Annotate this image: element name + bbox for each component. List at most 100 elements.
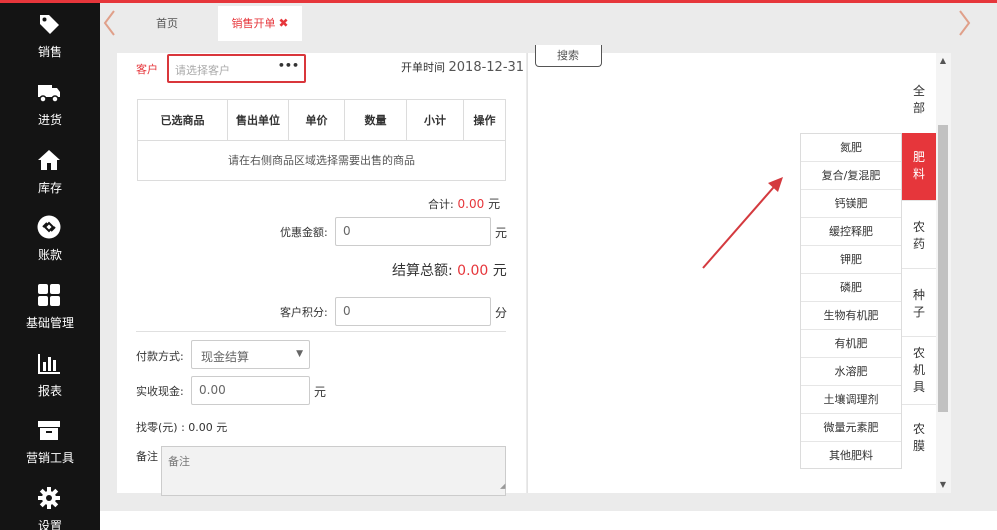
cash-label: 实收现金: [136, 385, 184, 398]
discount-label: 优惠金额: [280, 226, 328, 239]
category-film[interactable]: 农膜 [902, 405, 936, 473]
list-item[interactable]: 微量元素肥 [801, 414, 901, 442]
table-header: 操作 [463, 99, 506, 141]
cash-unit: 元 [314, 385, 327, 399]
settle-label: 结算总额: [392, 263, 453, 279]
total-row: 合计: 0.00 元 [428, 195, 500, 212]
payment-method-select[interactable]: 现金结算 ▼ [191, 340, 310, 369]
tab-home[interactable]: 首页 [117, 6, 217, 41]
tag-icon [40, 15, 59, 34]
sidebar-item-purchase[interactable]: 进货 [0, 79, 100, 139]
chevron-down-icon: ▼ [296, 349, 303, 359]
scroll-down-icon[interactable]: ▼ [938, 481, 948, 489]
sidebar-item-label: 报表 [37, 384, 62, 398]
tab-scroll-right-icon[interactable] [956, 9, 972, 37]
customer-label: 客户 [136, 63, 158, 76]
sidebar-item-marketing-tools[interactable]: 营销工具 [0, 417, 100, 477]
account-icon [37, 215, 61, 239]
category-seeds[interactable]: 种子 [902, 269, 936, 337]
category-fertilizer[interactable]: 肥料 [902, 133, 936, 201]
selected-products-table: 已选商品 售出单位 单价 数量 小计 操作 请在右侧商品区域选择需要出售的商品 [137, 99, 506, 181]
more-icon[interactable]: ••• [278, 59, 299, 72]
points-unit: 分 [495, 306, 508, 320]
tab-label: 销售开单 [231, 17, 276, 30]
discount-unit: 元 [495, 226, 508, 240]
list-item[interactable]: 土壤调理剂 [801, 386, 901, 414]
tab-scroll-left-icon[interactable] [102, 9, 118, 37]
category-pesticide[interactable]: 农药 [902, 201, 936, 269]
category-all[interactable]: 全部 [902, 83, 936, 133]
home-icon [38, 150, 60, 170]
sidebar-item-label: 库存 [37, 181, 62, 195]
sidebar-item-reports[interactable]: 报表 [0, 350, 100, 410]
list-item[interactable]: 生物有机肥 [801, 302, 901, 330]
gear-icon [38, 487, 60, 509]
table-header: 数量 [344, 99, 407, 141]
list-item[interactable]: 缓控释肥 [801, 218, 901, 246]
category-label: 种子 [912, 288, 925, 319]
tab-bar: 首页 销售开单 ✖ [100, 3, 997, 41]
table-header: 小计 [406, 99, 464, 141]
note-placeholder: 备注 [168, 455, 190, 468]
search-button[interactable]: 搜索 [535, 45, 602, 67]
total-value: 0.00 [457, 197, 485, 211]
currency-unit: 元 [492, 263, 507, 279]
close-icon[interactable]: ✖ [278, 16, 288, 30]
sidebar-item-label: 销售 [37, 45, 62, 59]
annotation-arrow-icon [702, 177, 783, 269]
section-divider [136, 331, 506, 332]
box-icon [38, 421, 60, 440]
customer-placeholder: 请选择客户 [175, 64, 230, 77]
discount-input[interactable]: 0 [335, 217, 491, 246]
settle-row: 结算总额: 0.00 元 [392, 260, 507, 280]
customer-select[interactable]: 请选择客户 ••• [167, 54, 306, 83]
scrollbar-thumb[interactable] [938, 125, 948, 412]
points-value: 0 [343, 304, 351, 318]
category-machinery[interactable]: 农机具 [902, 337, 936, 405]
payment-value: 现金结算 [201, 350, 250, 364]
sidebar-item-accounts[interactable]: 账款 [0, 214, 100, 274]
sidebar-item-inventory[interactable]: 库存 [0, 147, 100, 207]
points-label: 客户积分: [280, 306, 328, 319]
search-label: 搜索 [557, 49, 579, 62]
subcategory-list: 氮肥 复合/复混肥 钙镁肥 缓控释肥 钾肥 磷肥 生物有机肥 有机肥 水溶肥 土… [800, 133, 902, 469]
settle-value: 0.00 [457, 263, 489, 279]
truck-icon [38, 85, 60, 103]
table-header: 已选商品 [137, 99, 228, 141]
sidebar-item-sales[interactable]: 销售 [0, 11, 100, 71]
list-item[interactable]: 钾肥 [801, 246, 901, 274]
change-text: 找零(元) : 0.00 元 [136, 421, 228, 434]
cash-input[interactable]: 0.00 [191, 376, 310, 405]
open-time: 开单时间 2018-12-31 [401, 59, 524, 75]
sidebar-item-label: 设置 [37, 519, 62, 530]
sidebar-item-label: 账款 [37, 248, 62, 262]
list-item[interactable]: 钙镁肥 [801, 190, 901, 218]
bar-chart-icon [38, 354, 60, 374]
resize-handle-icon[interactable]: ◢ [500, 482, 505, 490]
payment-label: 付款方式: [136, 350, 184, 363]
category-label: 农膜 [912, 422, 925, 453]
discount-value: 0 [343, 224, 351, 238]
list-item[interactable]: 有机肥 [801, 330, 901, 358]
list-item[interactable]: 磷肥 [801, 274, 901, 302]
sidebar-item-label: 营销工具 [25, 451, 74, 465]
list-item[interactable]: 氮肥 [801, 134, 901, 162]
sidebar-item-settings[interactable]: 设置 [0, 485, 100, 530]
total-label: 合计: [428, 198, 454, 211]
tab-sales-order[interactable]: 销售开单 ✖ [218, 6, 302, 41]
category-label: 农机具 [912, 346, 925, 394]
list-item[interactable]: 水溶肥 [801, 358, 901, 386]
sidebar: 销售 进货 库存 账款 基础管理 报表 营销工具 设置 [0, 3, 100, 530]
open-time-label: 开单时间 [401, 61, 445, 74]
note-textarea[interactable]: 备注 [161, 446, 506, 496]
sidebar-item-basic-management[interactable]: 基础管理 [0, 282, 100, 342]
list-item[interactable]: 复合/复混肥 [801, 162, 901, 190]
scroll-up-icon[interactable]: ▲ [938, 57, 948, 65]
empty-table-message: 请在右侧商品区域选择需要出售的商品 [137, 139, 506, 181]
footer-strip [100, 511, 997, 530]
note-label: 备注 [136, 450, 158, 463]
currency-unit: 元 [488, 197, 501, 211]
category-label: 农药 [912, 220, 925, 251]
points-input[interactable]: 0 [335, 297, 491, 326]
list-item[interactable]: 其他肥料 [801, 442, 901, 470]
